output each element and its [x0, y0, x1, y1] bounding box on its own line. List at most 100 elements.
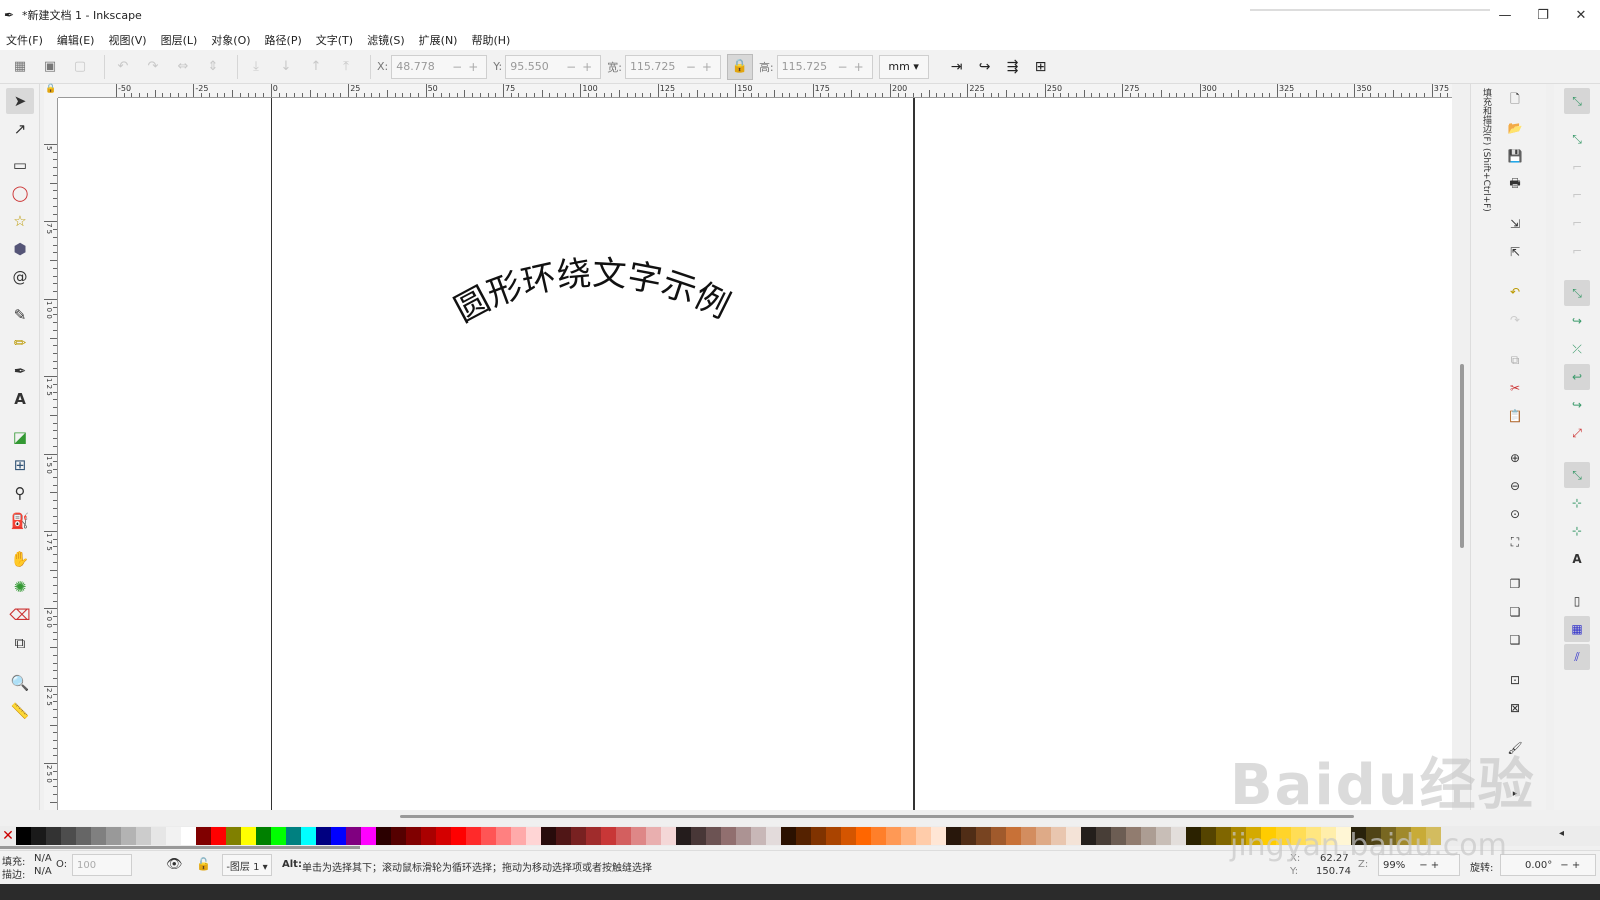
drawing-canvas[interactable]: 圆形环绕文字示例 — [58, 98, 1452, 810]
palette-swatch[interactable] — [1321, 827, 1336, 845]
vertical-scroll-thumb[interactable] — [1460, 364, 1464, 548]
snap-cusp-icon[interactable]: ↩ — [1564, 364, 1590, 390]
palette-swatch[interactable] — [1291, 827, 1306, 845]
snap-bbox-edge-icon[interactable]: ⌐ — [1564, 154, 1590, 180]
stepper-icon[interactable]: −+ — [452, 60, 484, 74]
palette-swatch[interactable] — [826, 827, 841, 845]
palette-swatch[interactable] — [31, 827, 46, 845]
palette-swatch[interactable] — [556, 827, 571, 845]
palette-swatch[interactable] — [241, 827, 256, 845]
raise-to-top-icon[interactable]: ⤒ — [334, 55, 358, 79]
palette-swatch[interactable] — [646, 827, 661, 845]
undo-icon[interactable]: ↶ — [1503, 280, 1527, 304]
palette-swatch[interactable] — [121, 827, 136, 845]
palette-swatch[interactable] — [976, 827, 991, 845]
spray-tool-icon[interactable]: ✺ — [6, 574, 34, 600]
palette-swatch[interactable] — [691, 827, 706, 845]
palette-menu-icon[interactable]: ◂ — [1559, 828, 1564, 839]
palette-swatch[interactable] — [1426, 827, 1441, 845]
palette-swatch[interactable] — [871, 827, 886, 845]
palette-swatch[interactable] — [1411, 827, 1426, 845]
palette-swatch[interactable] — [586, 827, 601, 845]
palette-swatch[interactable] — [766, 827, 781, 845]
vertical-scrollbar[interactable] — [1456, 98, 1468, 810]
palette-swatch[interactable] — [436, 827, 451, 845]
palette-swatch[interactable] — [1051, 827, 1066, 845]
snap-rotation-center-icon[interactable]: ⊹ — [1564, 518, 1590, 544]
palette-swatch[interactable] — [301, 827, 316, 845]
snap-intersection-icon[interactable]: ⤫ — [1564, 336, 1590, 362]
menu-view[interactable]: 视图(V) — [108, 32, 146, 48]
palette-swatch[interactable] — [151, 827, 166, 845]
unit-select[interactable]: mm ▾ — [878, 54, 929, 79]
3d-box-tool-icon[interactable]: ⬢ — [6, 236, 34, 262]
width-input[interactable]: 115.725 −+ — [624, 54, 721, 79]
fill-value[interactable]: N/A — [34, 853, 52, 864]
lock-ratio-button[interactable]: 🔒 — [726, 53, 753, 80]
height-input[interactable]: 115.725 −+ — [776, 54, 873, 79]
palette-swatch[interactable] — [421, 827, 436, 845]
palette-swatch[interactable] — [736, 827, 751, 845]
palette-swatch[interactable] — [286, 827, 301, 845]
horizontal-ruler[interactable]: -50 -25 0 25 50 75 100 125 150 175 200 225 250 275 300… — [58, 84, 1452, 98]
clone-icon[interactable]: ❏ — [1503, 600, 1527, 624]
menu-file[interactable]: 文件(F) — [6, 32, 43, 48]
palette-swatch[interactable] — [1396, 827, 1411, 845]
palette-swatch[interactable] — [931, 827, 946, 845]
palette-swatch[interactable] — [1336, 827, 1351, 845]
vertical-ruler[interactable]: 5 7 5 1 0 0 1 2 5 1 5 0 1 7 5 2 0 0 2 2 5 2 5 0 — [44, 98, 58, 810]
scale-stroke-icon[interactable]: ⇥ — [943, 55, 971, 79]
expand-arrow-icon[interactable]: ▸ — [1503, 782, 1527, 806]
palette-swatch[interactable] — [661, 827, 676, 845]
palette-swatch[interactable] — [91, 827, 106, 845]
deselect-icon[interactable]: ▢ — [68, 55, 92, 79]
stroke-value[interactable]: N/A — [34, 866, 52, 877]
layer-lock-icon[interactable]: 🔓 — [196, 857, 211, 871]
zoom-stepper-icon[interactable]: − + — [1419, 860, 1439, 871]
palette-swatch[interactable] — [706, 827, 721, 845]
palette-swatch[interactable] — [1216, 827, 1231, 845]
horizontal-scrollbar[interactable] — [58, 812, 1452, 820]
palette-swatch[interactable] — [46, 827, 61, 845]
lower-icon[interactable]: ↓ — [274, 55, 298, 79]
snap-center-icon[interactable]: ⊹ — [1564, 490, 1590, 516]
menu-extensions[interactable]: 扩展(N) — [419, 32, 458, 48]
snap-smooth-icon[interactable]: ↪ — [1564, 392, 1590, 418]
pen-tool-icon[interactable]: ✎ — [6, 302, 34, 328]
palette-swatch[interactable] — [631, 827, 646, 845]
palette-swatch[interactable] — [1186, 827, 1201, 845]
palette-swatch[interactable] — [1096, 827, 1111, 845]
pencil-tool-icon[interactable]: ✏ — [6, 330, 34, 356]
layer-select[interactable]: -图层 1 ▾ — [222, 854, 272, 876]
transform-patterns-icon[interactable]: ⊞ — [1027, 55, 1055, 79]
palette-swatch[interactable] — [511, 827, 526, 845]
connector-tool-icon[interactable]: ⧉ — [6, 630, 34, 656]
palette-swatch[interactable] — [196, 827, 211, 845]
snap-midpoint-icon[interactable]: ⤢ — [1564, 420, 1590, 446]
palette-swatch[interactable] — [466, 827, 481, 845]
raise-icon[interactable]: ↑ — [304, 55, 328, 79]
zoom-tool-icon[interactable]: 🔍 — [6, 670, 34, 696]
lower-to-bottom-icon[interactable]: ⤓ — [244, 55, 268, 79]
text-tool-icon[interactable]: A — [6, 386, 34, 412]
stepper-icon[interactable]: −+ — [566, 60, 598, 74]
palette-swatch[interactable] — [76, 827, 91, 845]
palette-swatch[interactable] — [841, 827, 856, 845]
curved-text[interactable]: 圆形环绕文字示例 — [448, 253, 736, 330]
palette-swatch[interactable] — [271, 827, 286, 845]
rotate-ccw-icon[interactable]: ↶ — [111, 55, 135, 79]
palette-swatch[interactable] — [211, 827, 226, 845]
snap-grid-icon[interactable]: ▦ — [1564, 616, 1590, 642]
palette-swatch[interactable] — [1111, 827, 1126, 845]
zoom-selection-icon[interactable]: ⊕ — [1503, 446, 1527, 470]
palette-swatch[interactable] — [1201, 827, 1216, 845]
menu-text[interactable]: 文字(T) — [316, 32, 353, 48]
palette-swatch[interactable] — [226, 827, 241, 845]
palette-swatch[interactable] — [751, 827, 766, 845]
restore-button[interactable]: ❐ — [1524, 0, 1562, 30]
menu-layer[interactable]: 图层(L) — [161, 32, 198, 48]
palette-swatch[interactable] — [406, 827, 421, 845]
palette-swatch[interactable] — [796, 827, 811, 845]
zoom-width-icon[interactable]: ⛶ — [1503, 530, 1527, 554]
palette-swatch[interactable] — [1141, 827, 1156, 845]
